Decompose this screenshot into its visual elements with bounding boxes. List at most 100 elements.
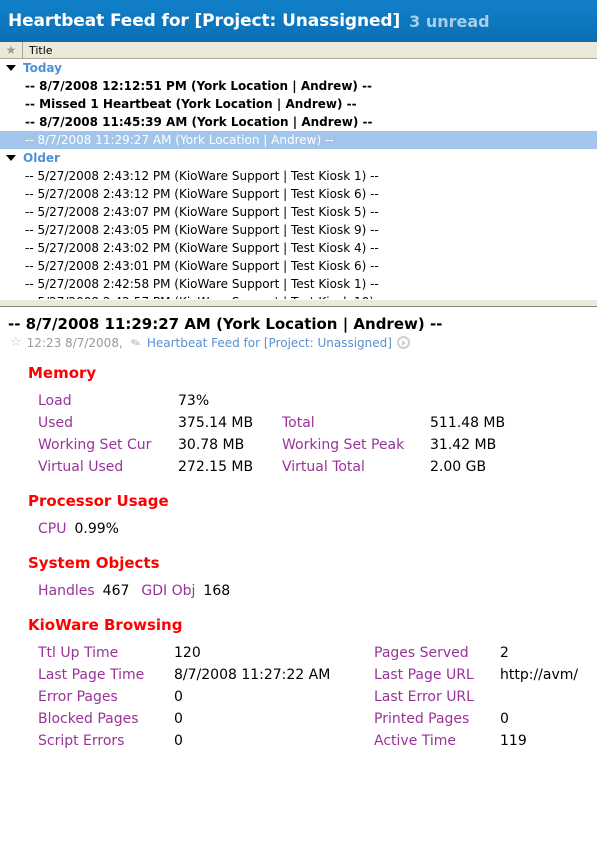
row-value2: 119 — [500, 733, 527, 749]
row-value: 0 — [174, 689, 183, 705]
row-label2: Total — [282, 415, 315, 431]
row-value: 73% — [178, 393, 210, 409]
row-value2 — [500, 686, 578, 708]
detail-meta-row: ☆ 12:23 8/7/2008, ✎ Heartbeat Feed for [… — [0, 334, 597, 351]
feed-group-label: Today — [23, 61, 62, 75]
feed-group-older[interactable]: Older — [0, 149, 597, 167]
row-label: Used — [38, 415, 74, 431]
row-label: Last Page Time — [38, 667, 145, 683]
list-item[interactable]: -- 5/27/2008 2:43:12 PM (KioWare Support… — [0, 185, 597, 203]
memory-table: Load 73% Used 375.14 MB Total 511.48 MB … — [38, 390, 505, 478]
row-label2: Pages Served — [374, 645, 469, 661]
row-value: 120 — [174, 645, 201, 661]
row-value2: 168 — [203, 583, 231, 599]
row-label2: Virtual Total — [282, 459, 365, 475]
chevron-down-icon[interactable] — [6, 155, 16, 161]
section-system-objects: System Objects Handles 467 GDI Obj 168 — [0, 554, 597, 602]
row-label: Load — [38, 393, 72, 409]
table-row: Script Errors 0 Active Time 119 — [38, 730, 578, 752]
window-titlebar: Heartbeat Feed for [Project: Unassigned]… — [0, 0, 597, 42]
column-header-title-label: Title — [29, 43, 53, 57]
list-item[interactable]: -- 5/27/2008 2:43:01 PM (KioWare Support… — [0, 257, 597, 275]
row-label2: Last Error URL — [374, 689, 474, 705]
section-kioware-browsing: KioWare Browsing Ttl Up Time 120 Pages S… — [0, 616, 597, 752]
feed-group-today[interactable]: Today — [0, 59, 597, 77]
list-item[interactable]: -- Missed 1 Heartbeat (York Location | A… — [0, 95, 597, 113]
row-value: 0.99% — [74, 521, 119, 537]
row-label2: GDI Obj — [141, 583, 196, 599]
star-outline-icon[interactable]: ☆ — [10, 335, 22, 350]
feed-item-detail-pane: -- 8/7/2008 11:29:27 AM (York Location |… — [0, 307, 597, 752]
row-value2: http://avm/ — [500, 667, 579, 683]
row-value: 272.15 MB — [178, 459, 254, 475]
column-header-title[interactable]: Title — [23, 42, 597, 58]
system-objects-table: Handles 467 GDI Obj 168 — [38, 580, 230, 602]
table-row: Working Set Cur 30.78 MB Working Set Pea… — [38, 434, 505, 456]
row-value2 — [430, 390, 505, 412]
list-item[interactable]: -- 5/27/2008 2:43:02 PM (KioWare Support… — [0, 239, 597, 257]
section-title: KioWare Browsing — [28, 616, 183, 634]
row-value: 8/7/2008 11:27:22 AM — [174, 667, 331, 683]
row-label: Working Set Cur — [38, 437, 152, 453]
processor-table: CPU 0.99% — [38, 518, 119, 540]
row-label: Ttl Up Time — [38, 645, 119, 661]
list-item[interactable]: -- 8/7/2008 12:12:51 PM (York Location |… — [0, 77, 597, 95]
row-label2 — [282, 390, 430, 412]
section-title: Processor Usage — [28, 492, 169, 510]
pencil-tag-icon[interactable]: ✎ — [129, 334, 143, 351]
table-row: Handles 467 GDI Obj 168 — [38, 580, 230, 602]
row-label2: Printed Pages — [374, 711, 470, 727]
row-value2: 2.00 GB — [430, 459, 487, 475]
table-row: Used 375.14 MB Total 511.48 MB — [38, 412, 505, 434]
row-label: Error Pages — [38, 689, 118, 705]
row-value: 30.78 MB — [178, 437, 245, 453]
table-row: Blocked Pages 0 Printed Pages 0 — [38, 708, 578, 730]
table-row: Last Page Time 8/7/2008 11:27:22 AM Last… — [38, 664, 578, 686]
detail-timestamp: 12:23 8/7/2008, — [26, 335, 123, 350]
row-label2: Active Time — [374, 733, 457, 749]
row-label: Virtual Used — [38, 459, 124, 475]
row-value2: 511.48 MB — [430, 415, 506, 431]
row-label2: Working Set Peak — [282, 437, 405, 453]
list-item[interactable]: -- 5/27/2008 2:43:07 PM (KioWare Support… — [0, 203, 597, 221]
row-label: Handles — [38, 583, 95, 599]
table-row: Load 73% — [38, 390, 505, 412]
list-item[interactable]: -- 5/27/2008 2:42:58 PM (KioWare Support… — [0, 275, 597, 293]
list-item[interactable]: -- 5/27/2008 2:42:57 PM (KioWare Support… — [0, 293, 597, 299]
section-memory: Memory Load 73% Used 375.14 MB Total 511… — [0, 364, 597, 478]
row-label: Blocked Pages — [38, 711, 139, 727]
table-row: Virtual Used 272.15 MB Virtual Total 2.0… — [38, 456, 505, 478]
table-row: CPU 0.99% — [38, 518, 119, 540]
row-label: CPU — [38, 521, 67, 537]
table-row: Error Pages 0 Last Error URL — [38, 686, 578, 708]
list-item[interactable]: -- 5/27/2008 2:43:12 PM (KioWare Support… — [0, 167, 597, 185]
kioware-browsing-table: Ttl Up Time 120 Pages Served 2 Last Page… — [38, 642, 578, 752]
list-item[interactable]: -- 8/7/2008 11:45:39 AM (York Location |… — [0, 113, 597, 131]
chevron-down-icon[interactable] — [6, 65, 16, 71]
list-item[interactable]: -- 5/27/2008 2:43:05 PM (KioWare Support… — [0, 221, 597, 239]
row-value2: 2 — [500, 645, 509, 661]
row-value: 0 — [174, 711, 183, 727]
row-value: 467 — [102, 583, 130, 599]
heartbeat-feed-window: Heartbeat Feed for [Project: Unassigned]… — [0, 0, 597, 847]
circle-arrow-right-icon[interactable] — [396, 336, 410, 349]
section-title: Memory — [28, 364, 97, 382]
row-label2: Last Page URL — [374, 667, 474, 683]
detail-title: -- 8/7/2008 11:29:27 AM (York Location |… — [8, 315, 443, 333]
detail-feed-link[interactable]: Heartbeat Feed for [Project: Unassigned] — [147, 336, 392, 350]
row-value2: 0 — [500, 711, 509, 727]
pane-splitter[interactable] — [0, 299, 597, 307]
list-item-selected[interactable]: -- 8/7/2008 11:29:27 AM (York Location |… — [0, 131, 597, 149]
page-title: Heartbeat Feed for [Project: Unassigned] — [8, 11, 401, 31]
unread-count-badge: 3 unread — [409, 11, 490, 31]
feed-group-label: Older — [23, 151, 60, 165]
section-title: System Objects — [28, 554, 160, 572]
row-value: 0 — [174, 733, 183, 749]
table-row: Ttl Up Time 120 Pages Served 2 — [38, 642, 578, 664]
column-header-flag[interactable]: ★ — [0, 42, 23, 58]
section-processor-usage: Processor Usage CPU 0.99% — [0, 492, 597, 540]
feed-item-list[interactable]: Today -- 8/7/2008 12:12:51 PM (York Loca… — [0, 59, 597, 299]
row-value2: 31.42 MB — [430, 437, 497, 453]
row-label: Script Errors — [38, 733, 125, 749]
row-value: 375.14 MB — [178, 415, 254, 431]
